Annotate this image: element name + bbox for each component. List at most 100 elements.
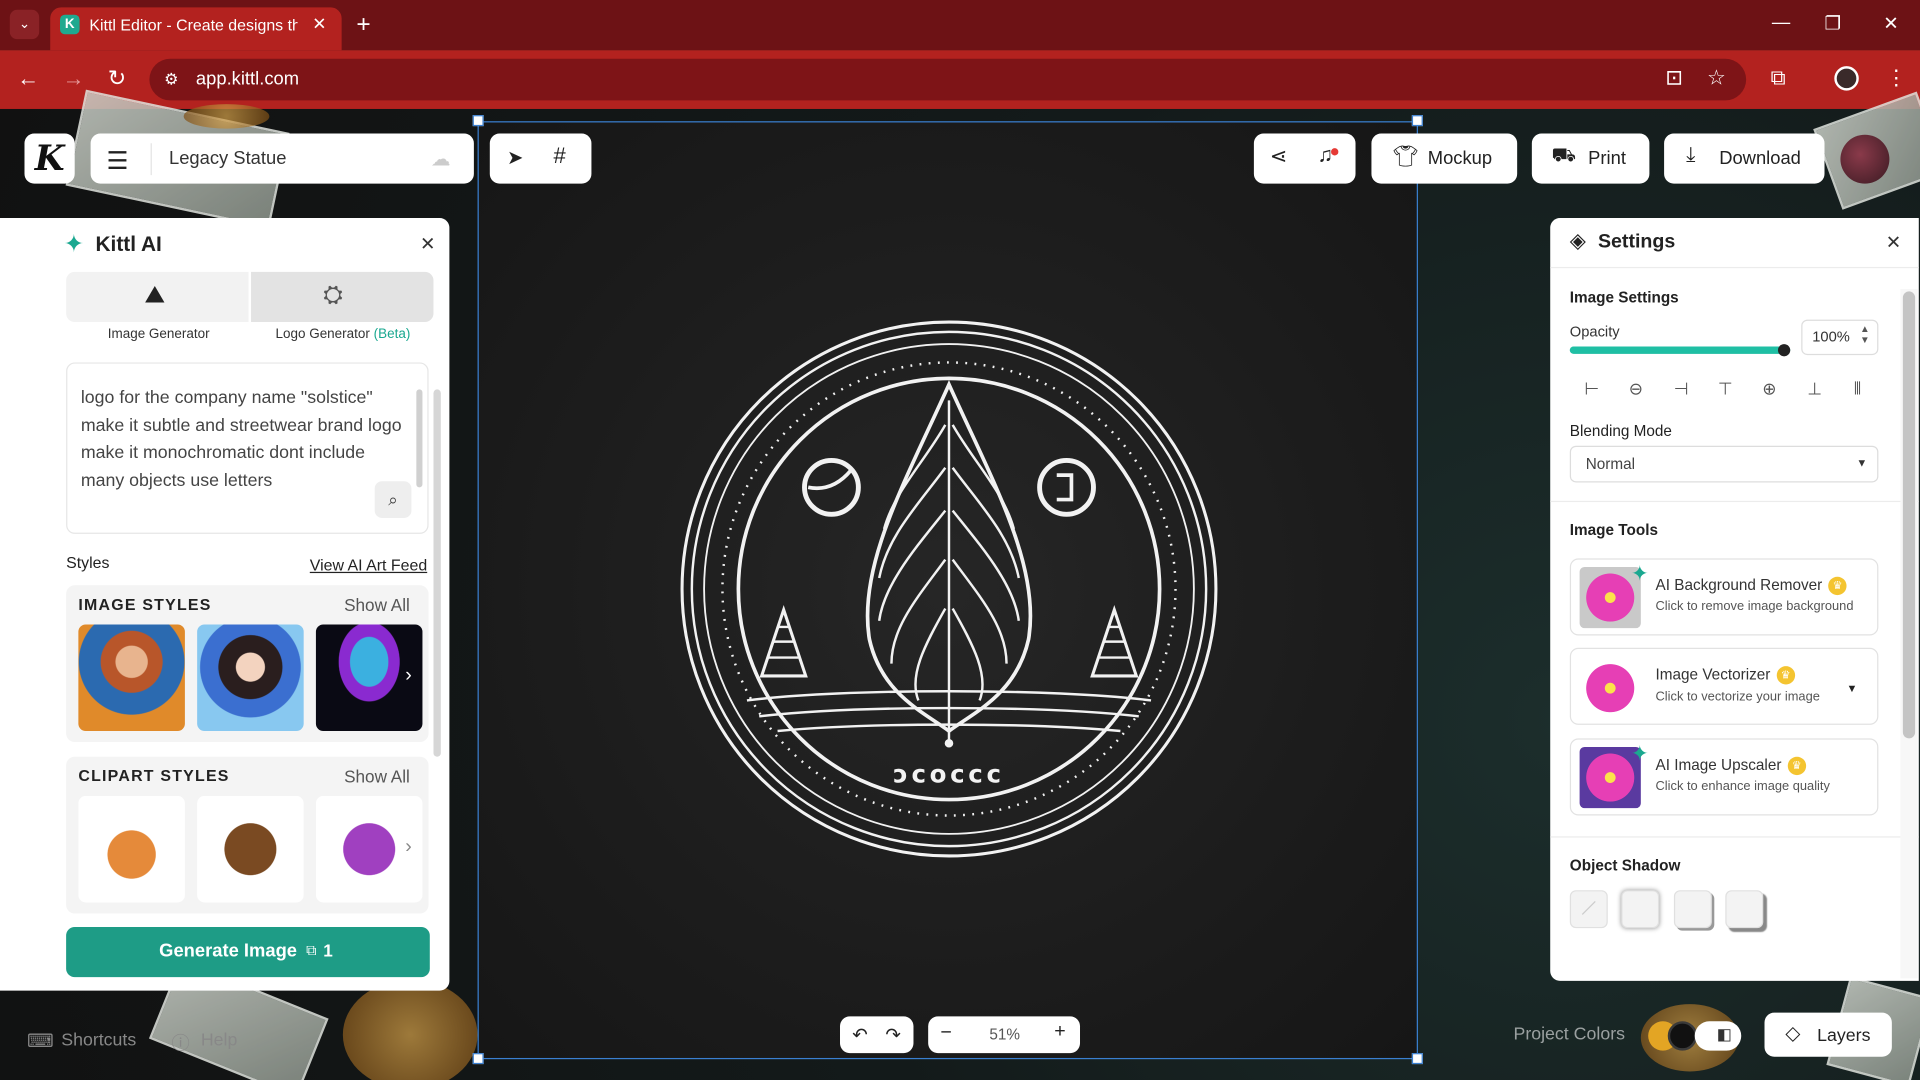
- image-settings-label: Image Settings: [1569, 288, 1679, 307]
- new-tab-icon[interactable]: +: [356, 11, 370, 39]
- project-color-swatch[interactable]: [1667, 1021, 1698, 1051]
- object-shadow-label: Object Shadow: [1569, 857, 1681, 875]
- user-avatar[interactable]: [1840, 134, 1890, 184]
- credits-icon: ⧉: [306, 941, 317, 959]
- styles-label: Styles: [66, 553, 110, 572]
- ai-sparkle-icon: ✦: [1631, 742, 1649, 766]
- align-left-icon[interactable]: ⊢: [1577, 373, 1606, 402]
- divider: [1550, 266, 1919, 269]
- back-icon[interactable]: ←: [17, 66, 39, 92]
- tool-desc-bg-remover: Click to remove image background: [1655, 598, 1854, 614]
- logo-badge-icon: ⛭: [323, 281, 343, 309]
- generate-image-label: Generate Image: [159, 940, 298, 962]
- close-window-icon[interactable]: ✕: [1883, 12, 1898, 34]
- opacity-slider-track[interactable]: [1569, 346, 1791, 354]
- help-button[interactable]: Help: [201, 1031, 238, 1051]
- align-bottom-icon[interactable]: ⊥: [1800, 373, 1829, 402]
- redo-icon[interactable]: ↷: [885, 1024, 900, 1046]
- shadow-none-option[interactable]: [1569, 890, 1608, 929]
- panel-scrollbar[interactable]: [433, 389, 441, 757]
- prompt-scrollbar[interactable]: [416, 389, 423, 488]
- clipart-thumb-bear[interactable]: [197, 795, 304, 903]
- forward-icon[interactable]: →: [62, 66, 84, 92]
- next-styles-icon[interactable]: ›: [405, 665, 412, 687]
- clipart-thumb-corgi[interactable]: [78, 795, 185, 903]
- shadow-hard-option[interactable]: [1673, 890, 1712, 929]
- paint-bucket-icon: ◈: [1569, 228, 1586, 253]
- image-tools-label: Image Tools: [1569, 521, 1658, 539]
- tool-desc-upscaler: Click to enhance image quality: [1655, 778, 1830, 794]
- opacity-stepper-icon[interactable]: ▲ ▼: [1860, 323, 1870, 345]
- truck-icon: ⛟: [1551, 145, 1577, 167]
- divider: [150, 143, 152, 176]
- close-ai-panel-icon[interactable]: ✕: [420, 233, 435, 255]
- extensions-icon[interactable]: ⧉: [1771, 66, 1786, 90]
- resize-handle[interactable]: [472, 115, 484, 127]
- shadow-long-option[interactable]: [1725, 890, 1764, 929]
- opacity-slider-thumb[interactable]: [1777, 344, 1791, 357]
- tab-search-button[interactable]: ⌄: [9, 9, 40, 40]
- shadow-soft-option[interactable]: [1621, 890, 1660, 929]
- next-clipart-icon[interactable]: ›: [405, 836, 412, 858]
- address-bar[interactable]: [149, 58, 1747, 101]
- history-controls: [840, 1016, 914, 1054]
- undo-icon[interactable]: ↶: [852, 1024, 867, 1046]
- image-styles-show-all[interactable]: Show All: [344, 595, 410, 615]
- shortcuts-button[interactable]: Shortcuts: [61, 1031, 136, 1051]
- restore-icon[interactable]: ❐: [1825, 12, 1841, 34]
- notification-bell-icon[interactable]: ♫: [1318, 143, 1334, 167]
- settings-scrollbar-thumb[interactable]: [1902, 291, 1916, 739]
- close-tab-icon[interactable]: ✕: [312, 13, 326, 34]
- clipart-styles-title: CLIPART STYLES: [78, 766, 230, 785]
- divider: [1550, 836, 1919, 838]
- sparkle-icon: ✦: [63, 231, 85, 259]
- reload-icon[interactable]: ↻: [108, 66, 126, 92]
- align-middle-v-icon[interactable]: ⊕: [1755, 373, 1784, 402]
- profile-avatar[interactable]: [1834, 66, 1859, 91]
- zoom-in-icon[interactable]: +: [1054, 1021, 1065, 1043]
- zoom-level[interactable]: 51%: [989, 1026, 1020, 1043]
- tool-picker: [489, 133, 592, 184]
- project-name-field[interactable]: Legacy Statue: [169, 148, 286, 169]
- tool-name-upscaler: AI Image Upscaler ♛: [1656, 757, 1806, 776]
- tab-title: Kittl Editor - Create designs that: [89, 15, 298, 35]
- tool-name-bg-remover: AI Background Remover ♛: [1656, 577, 1847, 596]
- distribute-icon[interactable]: ⦀: [1843, 373, 1872, 402]
- project-colors-label: Project Colors: [1513, 1024, 1625, 1045]
- share-icon[interactable]: ⋖: [1270, 144, 1287, 168]
- prompt-search-icon[interactable]: ⌕: [374, 481, 412, 518]
- close-settings-icon[interactable]: ✕: [1886, 231, 1901, 254]
- site-info-icon[interactable]: ⚙: [164, 70, 178, 90]
- bookmark-star-icon[interactable]: ☆: [1707, 66, 1726, 90]
- tab-logo-generator-label: Logo Generator (Beta): [275, 326, 411, 342]
- opacity-value: 100%: [1812, 328, 1850, 346]
- align-center-h-icon[interactable]: ⊖: [1621, 373, 1650, 402]
- solstice-logo-artwork[interactable]: ɔcoccc: [673, 309, 1224, 872]
- style-thumb-anime[interactable]: [197, 624, 304, 732]
- minimize-icon[interactable]: —: [1772, 12, 1790, 33]
- premium-crown-icon: ♛: [1787, 756, 1806, 776]
- resize-handle[interactable]: [472, 1053, 484, 1065]
- hamburger-menu-icon[interactable]: ☰: [107, 146, 129, 177]
- kittl-logo-icon: K: [34, 138, 65, 179]
- align-right-icon[interactable]: ⊣: [1667, 373, 1696, 402]
- align-top-icon[interactable]: ⊤: [1711, 373, 1740, 402]
- credits-count: 1: [323, 940, 333, 961]
- vectorizer-dropdown-icon[interactable]: ▼: [1847, 682, 1858, 694]
- install-app-icon[interactable]: ⊡: [1665, 66, 1682, 90]
- cloud-saved-icon: ☁: [431, 149, 451, 171]
- resize-handle[interactable]: [1411, 1053, 1423, 1065]
- style-thumb-portrait[interactable]: [78, 624, 185, 732]
- layers-label: Layers: [1817, 1026, 1871, 1046]
- zoom-out-icon[interactable]: −: [940, 1022, 951, 1044]
- prompt-text: logo for the company name "solstice" mak…: [80, 388, 402, 491]
- browser-menu-icon[interactable]: ⋮: [1886, 66, 1907, 90]
- mockup-label: Mockup: [1427, 148, 1493, 169]
- view-ai-art-feed-link[interactable]: View AI Art Feed: [310, 556, 427, 574]
- select-tool-icon[interactable]: ➤: [507, 146, 523, 170]
- premium-crown-icon: ♛: [1776, 666, 1795, 685]
- kittl-favicon: K: [60, 14, 80, 35]
- resize-handle[interactable]: [1411, 115, 1423, 127]
- frame-tool-icon[interactable]: #: [553, 143, 565, 169]
- clipart-styles-show-all[interactable]: Show All: [344, 767, 410, 787]
